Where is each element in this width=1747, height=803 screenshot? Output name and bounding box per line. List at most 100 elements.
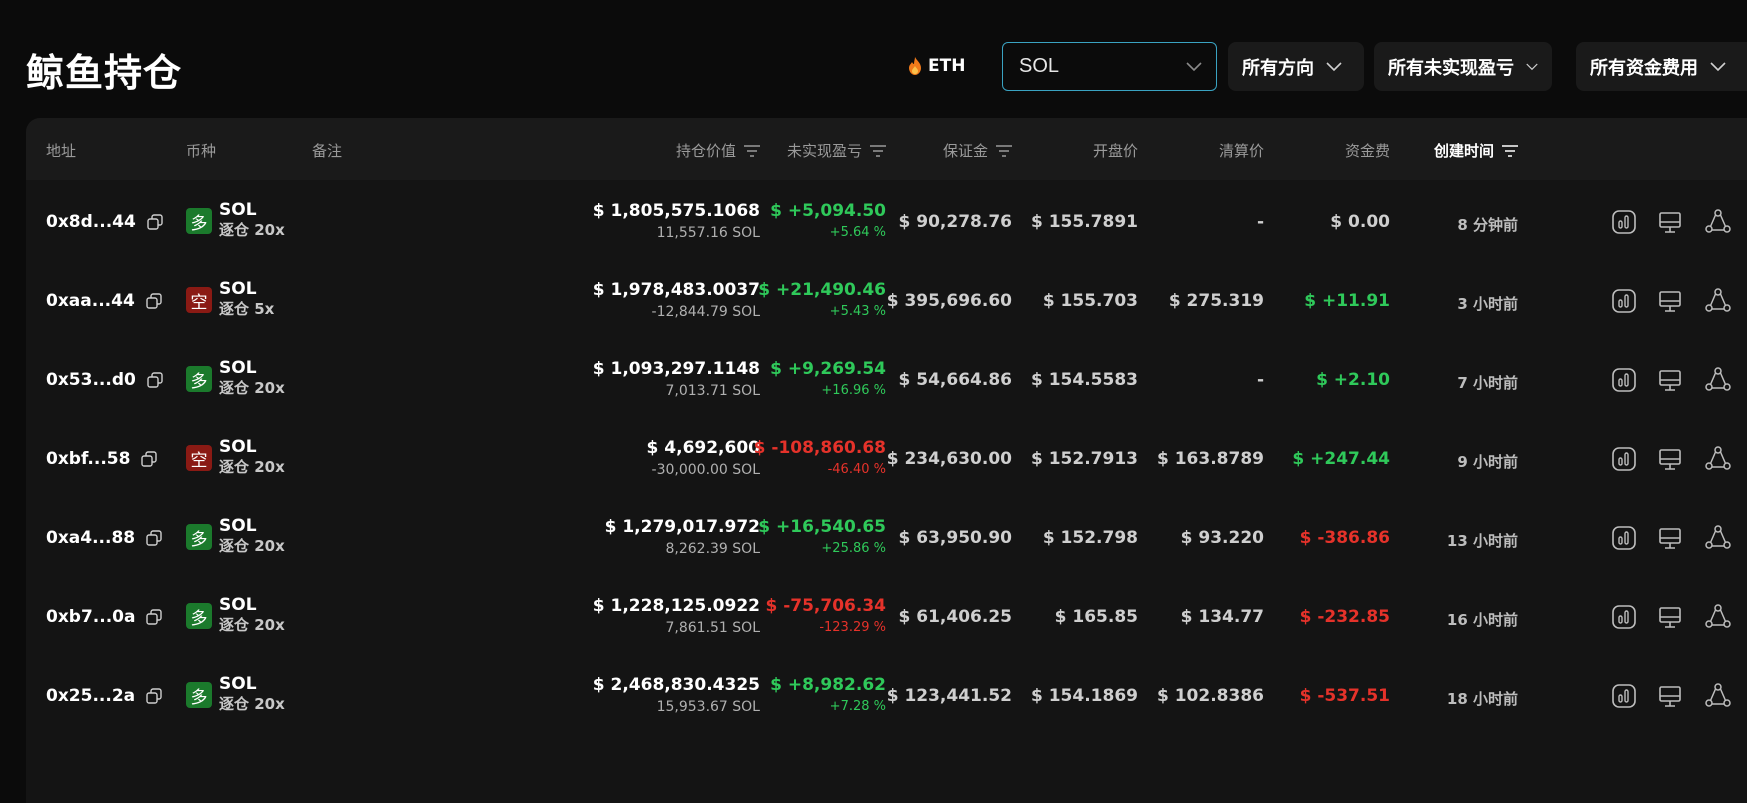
- leverage-label: 逐仓 20x: [219, 695, 285, 713]
- filter-icon: [744, 144, 760, 157]
- copy-icon[interactable]: [145, 687, 163, 705]
- position-value-cell: $ 1,279,017.972 8,262.39 SOL: [605, 516, 760, 560]
- table-header: 地址 币种 备注 持仓价值 未实现盈亏 保证金 开盘价 清算价 资金费 创建时间: [26, 118, 1747, 180]
- margin-cell: $ 123,441.52: [886, 686, 1012, 706]
- liq-price-cell: $ 134.77: [1180, 607, 1264, 627]
- leverage-label: 逐仓 20x: [219, 537, 285, 555]
- header-value[interactable]: 持仓价值: [676, 140, 760, 161]
- table-row[interactable]: 0x25...2a 多 SOL 逐仓 20x $ 2,468,830.4325 …: [26, 654, 1747, 742]
- funding-cell: $ +247.44: [1292, 449, 1390, 469]
- margin-cell: $ 234,630.00: [886, 449, 1012, 469]
- address-cell: 0x8d...44: [46, 212, 164, 232]
- pnl-filter-label: 所有未实现盈亏: [1388, 57, 1514, 79]
- position-qty: 11,557.16 SOL: [656, 225, 760, 241]
- monitor-icon[interactable]: [1656, 682, 1684, 710]
- table-row[interactable]: 0xbf...58 空 SOL 逐仓 20x $ 4,692,600 -30,0…: [26, 417, 1747, 505]
- monitor-icon[interactable]: [1656, 287, 1684, 315]
- coin-search-select[interactable]: [1002, 42, 1217, 91]
- chevron-down-icon[interactable]: [1186, 61, 1202, 72]
- header-note: 备注: [312, 142, 343, 160]
- pnl-filter[interactable]: 所有未实现盈亏: [1374, 42, 1552, 91]
- direction-badge: 多: [186, 524, 212, 550]
- address-cell: 0x25...2a: [46, 686, 163, 706]
- address-text[interactable]: 0xa4...88: [46, 528, 135, 548]
- pnl-amount: $ +5,094.50: [770, 201, 886, 221]
- table-row[interactable]: 0x53...d0 多 SOL 逐仓 20x $ 1,093,297.1148 …: [26, 338, 1747, 426]
- chart-icon[interactable]: [1610, 287, 1638, 315]
- direction-badge: 多: [186, 603, 212, 629]
- chart-icon[interactable]: [1610, 208, 1638, 236]
- share-icon[interactable]: [1704, 445, 1732, 473]
- entry-price-cell: $ 154.5583: [1030, 370, 1138, 390]
- copy-icon[interactable]: [146, 371, 164, 389]
- position-qty: -30,000.00 SOL: [651, 462, 760, 478]
- monitor-icon[interactable]: [1656, 603, 1684, 631]
- table-row[interactable]: 0x8d...44 多 SOL 逐仓 20x $ 1,805,575.1068 …: [26, 180, 1747, 268]
- copy-icon[interactable]: [145, 292, 163, 310]
- monitor-icon[interactable]: [1656, 445, 1684, 473]
- address-text[interactable]: 0xaa...44: [46, 291, 135, 311]
- address-text[interactable]: 0x8d...44: [46, 212, 136, 232]
- copy-icon[interactable]: [145, 529, 163, 547]
- direction-badge: 空: [186, 287, 212, 313]
- funding-filter-label: 所有资金费用: [1590, 57, 1698, 79]
- created-time-cell: 7 小时前: [1457, 374, 1518, 392]
- monitor-icon[interactable]: [1656, 524, 1684, 552]
- created-time-cell: 18 小时前: [1446, 690, 1518, 708]
- funding-cell: $ -537.51: [1299, 686, 1390, 706]
- chart-icon[interactable]: [1610, 445, 1638, 473]
- entry-price-cell: $ 155.7891: [1030, 212, 1138, 232]
- chart-icon[interactable]: [1610, 682, 1638, 710]
- funding-cell: $ +11.91: [1304, 291, 1390, 311]
- funding-cell: $ -386.86: [1299, 528, 1390, 548]
- header-pnl[interactable]: 未实现盈亏: [787, 140, 886, 161]
- share-icon[interactable]: [1704, 682, 1732, 710]
- header-created[interactable]: 创建时间: [1434, 140, 1518, 161]
- margin-cell: $ 90,278.76: [898, 212, 1012, 232]
- share-icon[interactable]: [1704, 603, 1732, 631]
- address-text[interactable]: 0x53...d0: [46, 370, 136, 390]
- whale-positions-page: 鲸鱼持仓 ETH 所有方向 所有未实现盈亏 所有资金费用 地址 币种 备注 持仓…: [0, 0, 1747, 803]
- direction-filter[interactable]: 所有方向: [1228, 42, 1364, 91]
- share-icon[interactable]: [1704, 524, 1732, 552]
- chevron-down-icon: [1526, 63, 1538, 70]
- eth-label: ETH: [928, 56, 966, 76]
- address-text[interactable]: 0xb7...0a: [46, 607, 135, 627]
- leverage-label: 逐仓 20x: [219, 458, 285, 476]
- header-margin[interactable]: 保证金: [943, 140, 1012, 161]
- chart-icon[interactable]: [1610, 524, 1638, 552]
- copy-icon[interactable]: [145, 608, 163, 626]
- liq-price-cell: $ 93.220: [1180, 528, 1264, 548]
- filter-icon: [1502, 144, 1518, 157]
- copy-icon[interactable]: [146, 213, 164, 231]
- copy-icon[interactable]: [140, 450, 158, 468]
- funding-filter[interactable]: 所有资金费用: [1576, 42, 1747, 91]
- share-icon[interactable]: [1704, 366, 1732, 394]
- table-row[interactable]: 0xa4...88 多 SOL 逐仓 20x $ 1,279,017.972 8…: [26, 496, 1747, 584]
- chart-icon[interactable]: [1610, 366, 1638, 394]
- direction-badge: 空: [186, 445, 212, 471]
- position-value-cell: $ 1,805,575.1068 11,557.16 SOL: [593, 200, 760, 244]
- share-icon[interactable]: [1704, 208, 1732, 236]
- table-row[interactable]: 0xaa...44 空 SOL 逐仓 5x $ 1,978,483.0037 -…: [26, 259, 1747, 347]
- entry-price-cell: $ 152.798: [1042, 528, 1138, 548]
- eth-quick-select[interactable]: ETH: [908, 52, 965, 80]
- pnl-amount: $ +21,490.46: [758, 280, 886, 300]
- header-entry: 开盘价: [1092, 142, 1138, 160]
- page-title: 鲸鱼持仓: [26, 51, 183, 95]
- coin-search-input[interactable]: [1019, 55, 1169, 78]
- position-value-usd: $ 4,692,600: [646, 438, 760, 458]
- coin-symbol: SOL: [219, 516, 257, 536]
- address-text[interactable]: 0xbf...58: [46, 449, 130, 469]
- monitor-icon[interactable]: [1656, 366, 1684, 394]
- filter-icon: [870, 144, 886, 157]
- coin-cell: SOL 逐仓 20x: [219, 595, 285, 635]
- leverage-label: 逐仓 20x: [219, 616, 285, 634]
- leverage-label: 逐仓 20x: [219, 379, 285, 397]
- coin-symbol: SOL: [219, 358, 257, 378]
- chart-icon[interactable]: [1610, 603, 1638, 631]
- address-text[interactable]: 0x25...2a: [46, 686, 135, 706]
- monitor-icon[interactable]: [1656, 208, 1684, 236]
- table-row[interactable]: 0xb7...0a 多 SOL 逐仓 20x $ 1,228,125.0922 …: [26, 575, 1747, 663]
- share-icon[interactable]: [1704, 287, 1732, 315]
